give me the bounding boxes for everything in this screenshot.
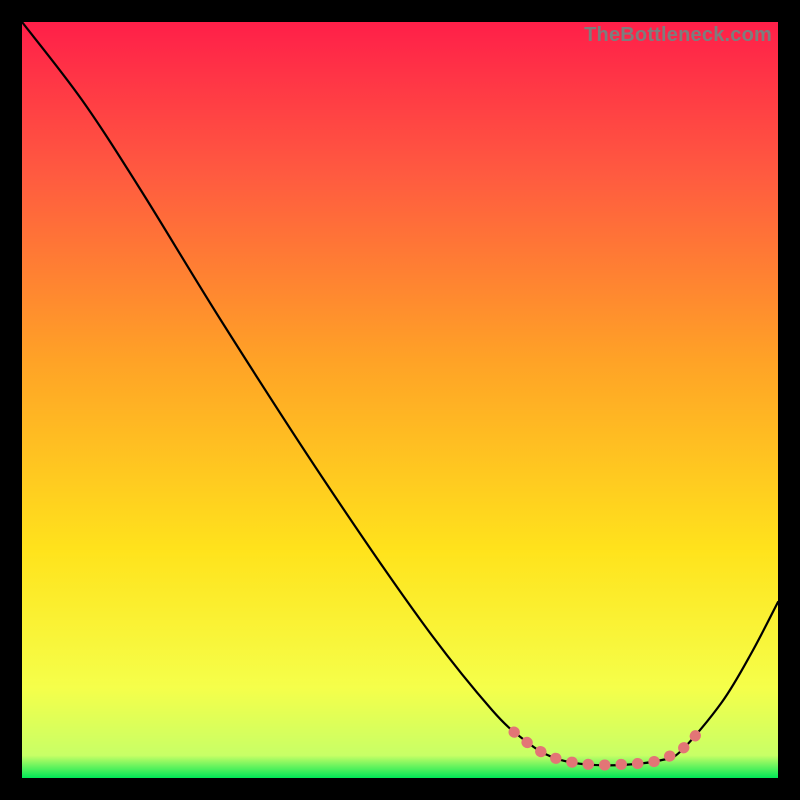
bottleneck-chart (22, 22, 778, 778)
chart-frame: TheBottleneck.com (22, 22, 778, 778)
gradient-background (22, 22, 778, 778)
watermark-text: TheBottleneck.com (584, 24, 772, 47)
